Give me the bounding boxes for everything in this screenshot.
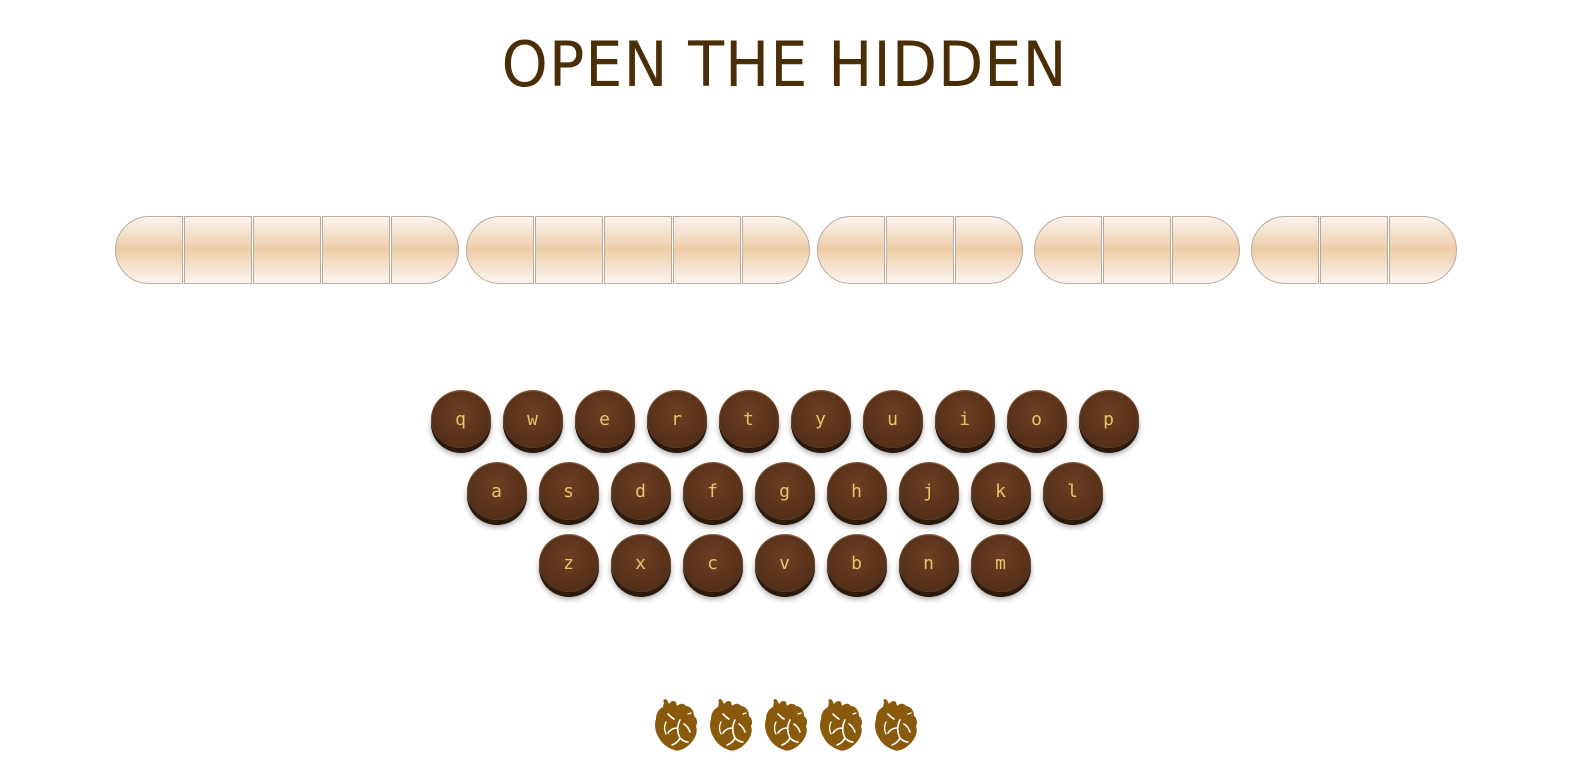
- anatomical-heart-icon: [760, 698, 810, 754]
- key-u[interactable]: u: [862, 390, 923, 448]
- letter-slot: [1103, 216, 1171, 284]
- key-w[interactable]: w: [502, 390, 563, 448]
- anatomical-heart-icon: [650, 698, 700, 754]
- page-title: OPEN THE HIDDEN: [501, 28, 1068, 101]
- letter-slot: [184, 216, 252, 284]
- anatomical-heart-icon: [815, 698, 865, 754]
- key-h[interactable]: h: [826, 462, 887, 520]
- letter-slot: [673, 216, 741, 284]
- anatomical-heart-icon: [705, 698, 755, 754]
- keyboard-row: zxcvbnm: [0, 534, 1569, 606]
- word-slot-group: [115, 216, 459, 284]
- letter-slot: [604, 216, 672, 284]
- key-a[interactable]: a: [466, 462, 527, 520]
- key-p[interactable]: p: [1078, 390, 1139, 448]
- key-j[interactable]: j: [898, 462, 959, 520]
- anatomical-heart-icon: [870, 698, 920, 754]
- word-slot-group: [466, 216, 810, 284]
- letter-slot: [391, 216, 459, 284]
- key-f[interactable]: f: [682, 462, 743, 520]
- key-d[interactable]: d: [610, 462, 671, 520]
- key-t[interactable]: t: [718, 390, 779, 448]
- letter-slot: [1320, 216, 1388, 284]
- keyboard-row: asdfghjkl: [0, 462, 1569, 534]
- word-slot-group: [1034, 216, 1240, 284]
- key-s[interactable]: s: [538, 462, 599, 520]
- key-z[interactable]: z: [538, 534, 599, 592]
- key-l[interactable]: l: [1042, 462, 1103, 520]
- letter-slot: [1172, 216, 1240, 284]
- letter-keyboard: qwertyuiopasdfghjklzxcvbnm: [0, 390, 1569, 606]
- hidden-word-slots: [115, 216, 1457, 284]
- key-k[interactable]: k: [970, 462, 1031, 520]
- letter-slot: [742, 216, 810, 284]
- key-x[interactable]: x: [610, 534, 671, 592]
- word-slot-group: [1251, 216, 1457, 284]
- key-m[interactable]: m: [970, 534, 1031, 592]
- key-r[interactable]: r: [646, 390, 707, 448]
- lives-indicator: [0, 698, 1569, 754]
- letter-slot: [1389, 216, 1457, 284]
- key-o[interactable]: o: [1006, 390, 1067, 448]
- key-n[interactable]: n: [898, 534, 959, 592]
- letter-slot: [466, 216, 534, 284]
- key-q[interactable]: q: [430, 390, 491, 448]
- keyboard-row: qwertyuiop: [0, 390, 1569, 462]
- letter-slot: [535, 216, 603, 284]
- letter-slot: [253, 216, 321, 284]
- key-g[interactable]: g: [754, 462, 815, 520]
- letter-slot: [1251, 216, 1319, 284]
- key-v[interactable]: v: [754, 534, 815, 592]
- letter-slot: [955, 216, 1023, 284]
- letter-slot: [115, 216, 183, 284]
- word-slot-group: [817, 216, 1023, 284]
- key-i[interactable]: i: [934, 390, 995, 448]
- letter-slot: [322, 216, 390, 284]
- letter-slot: [817, 216, 885, 284]
- key-e[interactable]: e: [574, 390, 635, 448]
- letter-slot: [1034, 216, 1102, 284]
- key-c[interactable]: c: [682, 534, 743, 592]
- key-b[interactable]: b: [826, 534, 887, 592]
- key-y[interactable]: y: [790, 390, 851, 448]
- letter-slot: [886, 216, 954, 284]
